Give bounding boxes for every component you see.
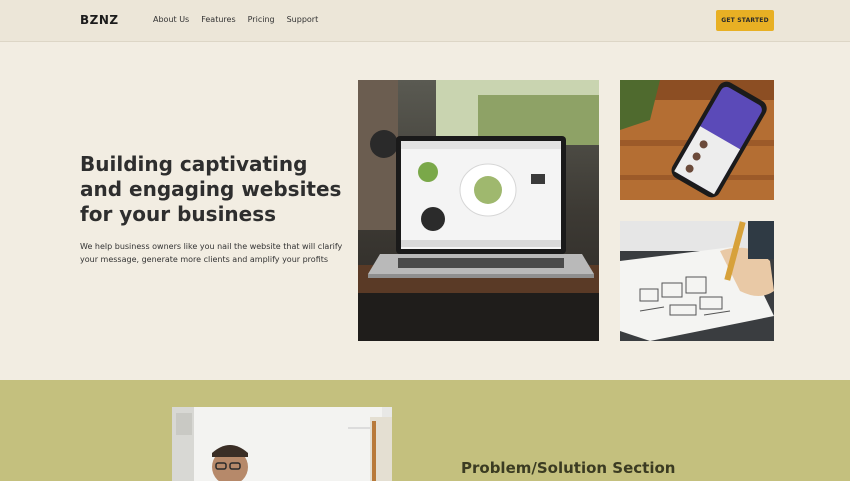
- problem-solution-section: Problem/Solution Section: [0, 380, 850, 481]
- main-nav: About Us Features Pricing Support: [153, 15, 318, 24]
- nav-pricing[interactable]: Pricing: [248, 15, 275, 24]
- brand-logo[interactable]: BZNZ: [80, 13, 119, 27]
- nav-about-us[interactable]: About Us: [153, 15, 189, 24]
- nav-support[interactable]: Support: [287, 15, 319, 24]
- hero-section: Building captivating and engaging websit…: [0, 42, 850, 380]
- get-started-button[interactable]: GET STARTED: [716, 10, 774, 31]
- phone-photo: [620, 80, 774, 200]
- hero-subtext: We help business owners like you nail th…: [80, 242, 343, 264]
- laptop-photo: [358, 80, 599, 341]
- person-photo: [172, 407, 392, 481]
- section-title: Problem/Solution Section: [461, 459, 676, 477]
- hero-headline: Building captivating and engaging websit…: [80, 152, 342, 226]
- site-header: BZNZ About Us Features Pricing Support G…: [0, 0, 850, 42]
- wireframe-sketch-photo: [620, 221, 774, 341]
- nav-features[interactable]: Features: [201, 15, 235, 24]
